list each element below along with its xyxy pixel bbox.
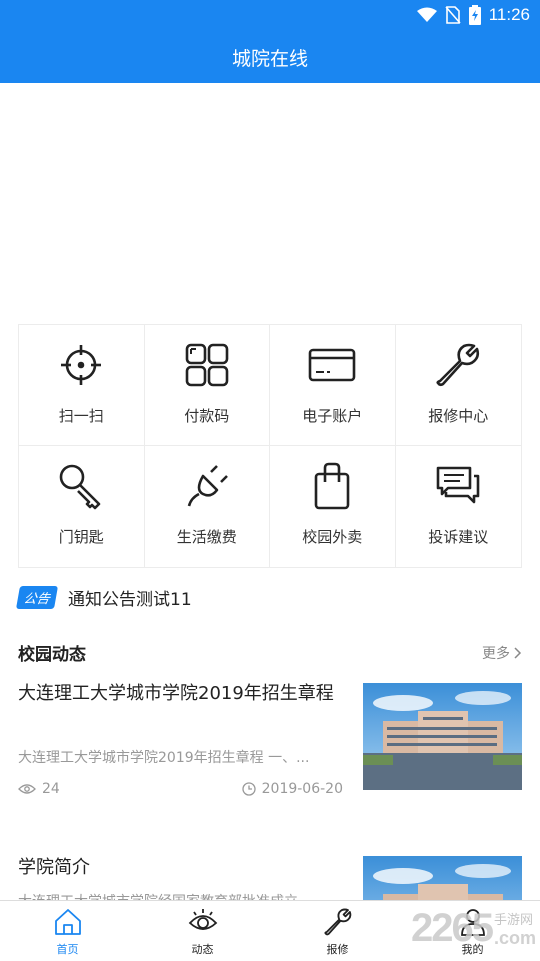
tab-label: 报修 (326, 943, 349, 956)
service-label: 生活缴费 (176, 528, 237, 546)
service-scan[interactable]: 扫一扫 (19, 325, 145, 446)
card-icon (308, 348, 356, 382)
service-label: 投诉建议 (428, 528, 489, 546)
scan-icon (61, 345, 102, 385)
bag-icon (314, 462, 350, 510)
watermark-number: 2265 (411, 906, 494, 950)
service-label: 扫一扫 (58, 407, 104, 425)
news-thumbnail (363, 856, 522, 901)
service-label: 付款码 (184, 407, 230, 425)
site-watermark: 2265 手游网 .com (411, 906, 536, 951)
service-door-key[interactable]: 门钥匙 (19, 446, 145, 567)
campus-news-header: 校园动态 更多 (18, 640, 522, 665)
service-utility-payment[interactable]: 生活缴费 (145, 446, 270, 567)
status-time: 11:26 (488, 5, 530, 24)
service-label: 报修中心 (428, 407, 489, 425)
banner-area[interactable] (0, 83, 540, 323)
service-grid: 扫一扫 付款码 电子账户 报修中心 门钥匙 生活缴费 校园外卖 投诉建议 (18, 324, 522, 568)
home-icon (54, 909, 81, 935)
more-link[interactable]: 更多 (482, 643, 522, 663)
news-meta: 24 2019-06-20 (18, 781, 343, 797)
service-e-account[interactable]: 电子账户 (270, 325, 396, 446)
news-title: 大连理工大学城市学院2019年招生章程 (18, 683, 334, 704)
app-header: 11:26 城院在线 (0, 0, 540, 83)
service-label: 校园外卖 (302, 528, 363, 546)
watermark-domain: .com (493, 927, 536, 948)
clock-icon (241, 782, 256, 796)
section-title: 校园动态 (18, 645, 86, 665)
service-payment-code[interactable]: 付款码 (144, 325, 270, 446)
service-label: 门钥匙 (58, 528, 104, 546)
tab-label: 动态 (191, 943, 214, 956)
service-campus-takeout[interactable]: 校园外卖 (270, 446, 396, 567)
eye-icon (18, 784, 36, 794)
tab-repair[interactable]: 报修 (270, 901, 405, 961)
chat-icon (436, 466, 480, 504)
notice-text[interactable]: 通知公告测试11 (68, 585, 192, 610)
wrench-icon (323, 908, 351, 936)
key-icon (59, 464, 101, 510)
news-item[interactable]: 大连理工大学城市学院2019年招生章程 大连理工大学城市学院2019年招生章程 … (18, 677, 522, 817)
news-thumbnail (363, 683, 522, 790)
grid-code-icon (185, 343, 229, 387)
tab-news[interactable]: 动态 (135, 901, 270, 961)
notice-tag: 公告 (15, 585, 59, 609)
battery-charging-icon (468, 5, 481, 25)
chevron-right-icon (514, 646, 522, 659)
service-complaints[interactable]: 投诉建议 (396, 446, 522, 567)
status-bar: 11:26 (0, 0, 540, 32)
more-label: 更多 (482, 645, 510, 662)
news-date: 2019-06-20 (261, 781, 343, 797)
service-repair-center[interactable]: 报修中心 (395, 325, 521, 446)
no-sim-icon (445, 6, 461, 24)
plug-icon (187, 465, 228, 507)
watermark-site: 手游网 (493, 912, 533, 928)
tab-label: 首页 (56, 943, 79, 956)
service-label: 电子账户 (302, 407, 363, 425)
notice-bar[interactable]: 公告 通知公告测试11 (15, 584, 192, 610)
news-summary: 大连理工大学城市学院2019年招生章程 一、... (18, 750, 310, 766)
wrench-icon (436, 343, 480, 387)
page-title: 城院在线 (231, 48, 308, 70)
eye-icon (188, 909, 217, 930)
news-title: 学院简介 (18, 857, 90, 878)
view-count: 24 (42, 781, 60, 797)
news-item[interactable]: 学院简介 大连理工大学城市学院经国家教育部批准成立 (18, 851, 522, 901)
wifi-icon (416, 7, 437, 22)
tab-home[interactable]: 首页 (0, 901, 135, 961)
